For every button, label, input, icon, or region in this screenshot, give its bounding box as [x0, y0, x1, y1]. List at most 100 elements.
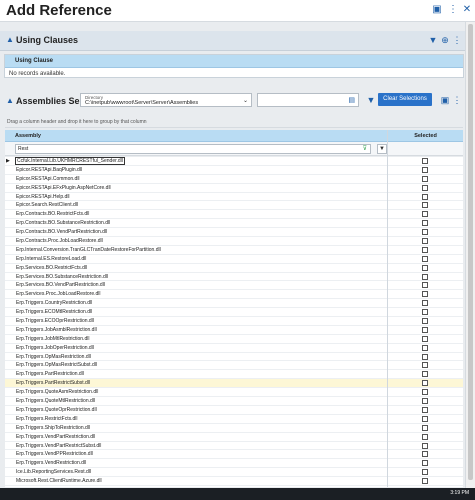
filter-options-button[interactable]: ▼ [377, 144, 387, 154]
selected-checkbox[interactable] [422, 451, 428, 458]
table-row[interactable]: Erp.Triggers.QuoteAsmRestriction.dll [5, 388, 463, 398]
clear-selections-button[interactable]: Clear Selections [378, 93, 432, 106]
selected-checkbox[interactable] [422, 335, 428, 342]
selected-checkbox[interactable] [422, 220, 428, 227]
table-row[interactable]: Erp.Triggers.VendPPRestriction.dll [5, 450, 463, 460]
selected-checkbox[interactable] [422, 238, 428, 245]
table-row[interactable]: Microsoft.Rest.ClientRuntime.Azure.dll [5, 477, 463, 486]
table-row[interactable]: Epicor.RESTApi.EFxPlugin.AspNetCore.dll [5, 184, 463, 193]
selected-checkbox[interactable] [422, 193, 428, 200]
selected-checkbox[interactable] [422, 255, 428, 262]
table-row[interactable]: Erp.Triggers.PartRestrictSubst.dll [5, 379, 463, 389]
selected-checkbox[interactable] [422, 353, 428, 360]
selected-checkbox[interactable] [422, 309, 428, 316]
chevron-up-icon[interactable]: ▲ [6, 96, 14, 105]
selected-checkbox[interactable] [422, 229, 428, 236]
overflow-menu-icon[interactable]: ⋮ [447, 4, 459, 16]
table-row[interactable]: Erp.Triggers.JobOperRestriction.dll [5, 344, 463, 353]
table-row[interactable]: Erp.Contracts.Proc.JobLoadRestore.dll [5, 237, 463, 246]
table-row[interactable]: Erp.Triggers.ECOOprRestriction.dll [5, 317, 463, 326]
table-row[interactable]: Ice.Lib.ReportingServices.Rest.dll [5, 468, 463, 478]
chevron-down-icon[interactable]: ⌄ [243, 97, 248, 104]
table-row[interactable]: Erp.Services.BO.VendPartRestriction.dll [5, 281, 463, 291]
group-by-hint[interactable]: Drag a column header and drop it here to… [5, 116, 463, 128]
selected-checkbox[interactable] [422, 300, 428, 307]
selected-checkbox[interactable] [422, 264, 428, 271]
overflow-menu-icon[interactable]: ⋮ [452, 95, 462, 106]
chevron-up-icon[interactable]: ▲ [6, 35, 14, 44]
using-clause-column-header[interactable]: Using Clause [5, 55, 463, 68]
selected-checkbox[interactable] [422, 158, 428, 164]
table-row[interactable]: Erp.Triggers.VendRestriction.dll [5, 459, 463, 469]
selected-checkbox[interactable] [422, 318, 428, 325]
directory-dropdown[interactable]: Directory C:\inetpub\wwwroot\Server\Serv… [80, 93, 252, 107]
add-icon[interactable]: ⊕ [440, 35, 450, 46]
page-scrollbar[interactable] [465, 22, 475, 488]
save-icon[interactable]: ▣ [440, 95, 450, 106]
filter-icon[interactable]: ▼ [428, 35, 438, 45]
table-row[interactable]: Epicor.RESTApi.BaqPlugin.dll [5, 166, 463, 175]
selected-checkbox[interactable] [422, 398, 428, 405]
selected-checkbox[interactable] [422, 166, 428, 173]
selected-checkbox[interactable] [422, 282, 428, 289]
selected-checkbox[interactable] [422, 246, 428, 253]
assembly-filter-input[interactable]: Rest ⊽ [15, 144, 371, 154]
selected-checkbox[interactable] [422, 424, 428, 431]
table-row[interactable]: Erp.Triggers.ShipToRestriction.dll [5, 424, 463, 433]
selected-checkbox[interactable] [422, 273, 428, 280]
close-icon[interactable]: ✕ [461, 4, 473, 16]
selected-checkbox[interactable] [422, 362, 428, 369]
selected-checkbox[interactable] [422, 389, 428, 396]
filter-apply-icon[interactable]: ⊽ [363, 145, 367, 153]
table-row[interactable]: ▶ Ccfuk.Internal.Lib.UKHMRCRESTful_Sender… [5, 157, 463, 166]
table-row[interactable]: Erp.Triggers.ECOMtlRestriction.dll [5, 308, 463, 318]
selected-checkbox[interactable] [422, 202, 428, 209]
table-row[interactable]: Erp.Triggers.VendPartRestrictSubst.dll [5, 442, 463, 451]
selected-checkbox[interactable] [422, 406, 428, 413]
table-row[interactable]: Epicor.RESTApi.Common.dll [5, 175, 463, 184]
table-row[interactable]: Erp.Triggers.RestrictFcts.dll [5, 415, 463, 424]
selected-checkbox[interactable] [422, 478, 428, 485]
table-row[interactable]: Epicor.Search.RestClient.dll [5, 201, 463, 211]
table-row[interactable]: Erp.Triggers.QuoteOprRestriction.dll [5, 406, 463, 415]
table-row[interactable]: Erp.Services.BO.SubstanceRestriction.dll [5, 273, 463, 282]
selected-checkbox[interactable] [422, 380, 428, 387]
selected-checkbox[interactable] [422, 442, 428, 449]
selected-checkbox[interactable] [422, 326, 428, 333]
selected-checkbox[interactable] [422, 211, 428, 218]
table-row[interactable]: Erp.Triggers.OpMasRestrictSubst.dll [5, 361, 463, 371]
scrollbar-thumb[interactable] [468, 24, 473, 480]
table-row[interactable]: Erp.Services.Proc.JobLoadRestore.dll [5, 290, 463, 300]
filter-icon[interactable]: ▼ [366, 95, 376, 105]
table-row[interactable]: Erp.Triggers.JobAsmblRestriction.dll [5, 326, 463, 335]
selected-checkbox[interactable] [422, 469, 428, 476]
selected-checkbox[interactable] [422, 433, 428, 440]
table-row[interactable]: Erp.Triggers.QuoteMtlRestriction.dll [5, 397, 463, 406]
selected-column-header[interactable]: Selected [388, 130, 463, 142]
table-row[interactable]: Erp.Triggers.CountryRestriction.dll [5, 299, 463, 309]
table-row[interactable]: Erp.Triggers.PartRestriction.dll [5, 370, 463, 380]
assembly-column-header[interactable]: Assembly [5, 130, 387, 142]
table-row[interactable]: Erp.Triggers.OpMasRestriction.dll [5, 353, 463, 362]
selected-checkbox[interactable] [422, 344, 428, 351]
save-icon[interactable]: ▣ [431, 4, 443, 16]
table-row[interactable]: Erp.Contracts.BO.VendPartRestriction.dll [5, 228, 463, 238]
table-row[interactable]: Erp.Triggers.JobMtlRestriction.dll [5, 335, 463, 344]
selected-checkbox[interactable] [422, 371, 428, 378]
selected-checkbox[interactable] [422, 415, 428, 422]
selected-checkbox[interactable] [422, 175, 428, 182]
document-icon[interactable]: ▤ [348, 96, 355, 104]
selected-checkbox[interactable] [422, 184, 428, 191]
file-input[interactable]: ▤ [257, 93, 359, 107]
table-row[interactable]: Erp.Contracts.BO.RestrictFcts.dll [5, 210, 463, 220]
selected-checkbox[interactable] [422, 460, 428, 467]
table-row[interactable]: Erp.Triggers.VendPartRestriction.dll [5, 433, 463, 442]
selected-checkbox[interactable] [422, 291, 428, 298]
using-clauses-header[interactable]: ▲ Using Clauses ▼ ⊕ ⋮ [0, 31, 475, 51]
table-row[interactable]: Erp.Internal.Conversion.TranGLCTranDateR… [5, 246, 463, 255]
table-row[interactable]: Erp.Internal.ES.RestoreLoad.dll [5, 255, 463, 264]
table-row[interactable]: Erp.Services.BO.RestrictFcts.dll [5, 264, 463, 273]
overflow-menu-icon[interactable]: ⋮ [452, 35, 462, 46]
table-row[interactable]: Epicor.RESTApi.Help.dll [5, 193, 463, 202]
table-row[interactable]: Erp.Contracts.BO.SubstanceRestriction.dl… [5, 219, 463, 229]
